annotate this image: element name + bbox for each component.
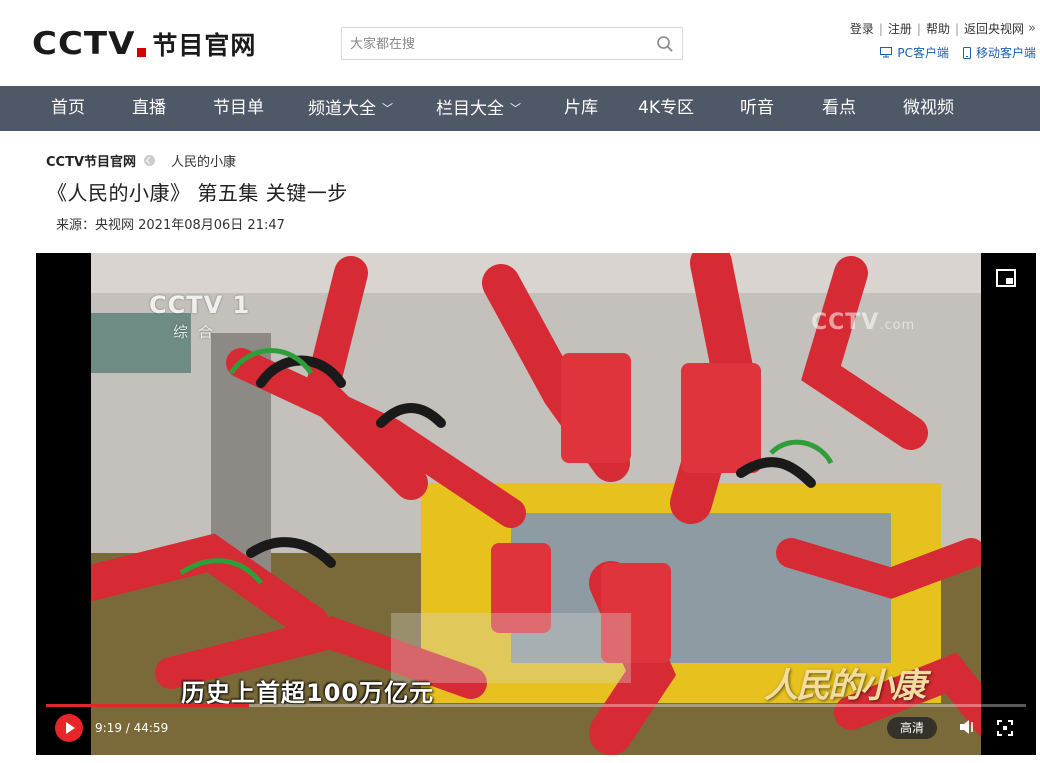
nav-label: 首页 (51, 98, 85, 118)
logo-red-dot (137, 47, 147, 57)
back-to-cctv-link[interactable]: 返回央视网 (964, 20, 1024, 37)
quality-button[interactable]: 高清 (887, 717, 937, 739)
nav-label: 直播 (132, 98, 166, 118)
nav-item-micro-video[interactable]: 微视频 (903, 86, 954, 131)
nav-label: 片库 (564, 98, 598, 118)
logo-wordmark: CCTV (32, 25, 136, 63)
nav-item-highlights[interactable]: 看点 (822, 86, 856, 131)
nav-item-schedule[interactable]: 节目单 (213, 86, 264, 131)
channel-watermark: CCTV 1 (149, 291, 251, 319)
phone-icon (962, 46, 971, 59)
fullscreen-icon[interactable] (997, 720, 1013, 736)
main-nav: 首页 直播 节目单 频道大全 ﹀ 栏目大全 ﹀ 片库 4K专区 听音 看点 微视频 (0, 86, 1040, 131)
breadcrumb: CCTV节目官网 人民的小康 (46, 151, 236, 170)
video-subtitle: 历史上首超100万亿元 (181, 679, 435, 707)
pc-client-link[interactable]: PC客户端 (880, 44, 949, 61)
player-controls: 9:19 / 44:59 高清 (36, 711, 1036, 755)
video-frame[interactable]: CCTV 1 综合 CCTV.com 历史上首超100万亿元 人民的小康 (91, 253, 981, 755)
help-link[interactable]: 帮助 (926, 20, 950, 37)
divider: | (916, 21, 921, 36)
divider: | (878, 21, 883, 36)
article-meta: 来源：央视网 2021年08月06日 21:47 (56, 218, 285, 233)
breadcrumb-arrow-icon (144, 155, 156, 166)
page-title: 《人民的小康》 第五集 关键一步 (47, 181, 348, 205)
pc-client-label: PC客户端 (897, 46, 949, 60)
chevron-down-icon: ﹀ (510, 102, 521, 115)
nav-item-columns[interactable]: 栏目大全 ﹀ (436, 86, 521, 131)
register-link[interactable]: 注册 (888, 20, 912, 37)
watermark-right-main: CCTV (811, 310, 880, 335)
nav-label: 栏目大全 (436, 99, 504, 119)
nav-item-home[interactable]: 首页 (51, 86, 85, 131)
nav-item-channels[interactable]: 频道大全 ﹀ (308, 86, 393, 131)
breadcrumb-home-link[interactable]: CCTV节目官网 (46, 151, 136, 170)
time-display: 9:19 / 44:59 (95, 721, 169, 735)
nav-label: 听音 (740, 98, 774, 118)
nav-label: 频道大全 (308, 99, 376, 119)
login-link[interactable]: 登录 (850, 20, 874, 37)
nav-label: 微视频 (903, 98, 954, 118)
channel-watermark-sub: 综合 (173, 323, 224, 341)
site-header: CCTV 节目官网 登录 | 注册 | 帮助 | 返回央视网 » PC客户端 (0, 0, 1040, 86)
double-chevron-right-icon: » (1028, 21, 1036, 36)
nav-item-live[interactable]: 直播 (132, 86, 166, 131)
nav-item-4k[interactable]: 4K专区 (638, 86, 694, 131)
nav-label: 4K专区 (638, 98, 694, 118)
nav-item-audio[interactable]: 听音 (740, 86, 774, 131)
picture-in-picture-icon[interactable] (996, 269, 1016, 287)
cctv-logo[interactable]: CCTV 节目官网 (32, 24, 256, 64)
monitor-icon (880, 47, 893, 58)
video-player[interactable]: CCTV 1 综合 CCTV.com 历史上首超100万亿元 人民的小康 9:1… (36, 253, 1036, 755)
watermark-right-suffix: .com (879, 318, 916, 333)
breadcrumb-current-link[interactable]: 人民的小康 (171, 151, 236, 170)
progress-bar[interactable] (46, 704, 1026, 707)
nav-item-library[interactable]: 片库 (564, 86, 598, 131)
mobile-client-link[interactable]: 移动客户端 (962, 44, 1036, 61)
user-links: 登录 | 注册 | 帮助 | 返回央视网 » (850, 20, 1036, 37)
cctv-com-watermark: CCTV.com (811, 310, 915, 335)
logo-subtitle: 节目官网 (152, 31, 257, 60)
search-icon[interactable] (656, 35, 674, 53)
nav-label: 看点 (822, 98, 856, 118)
chevron-down-icon: ﹀ (382, 102, 393, 115)
show-logo: 人民的小康 (764, 666, 926, 706)
play-button[interactable] (55, 714, 83, 742)
client-links: PC客户端 移动客户端 (866, 44, 1036, 61)
divider: | (954, 21, 960, 36)
volume-icon[interactable] (958, 719, 976, 735)
search-box (341, 27, 683, 60)
mobile-client-label: 移动客户端 (975, 46, 1036, 60)
nav-label: 节目单 (213, 98, 264, 118)
search-input[interactable] (350, 34, 640, 54)
progress-fill (46, 704, 249, 707)
